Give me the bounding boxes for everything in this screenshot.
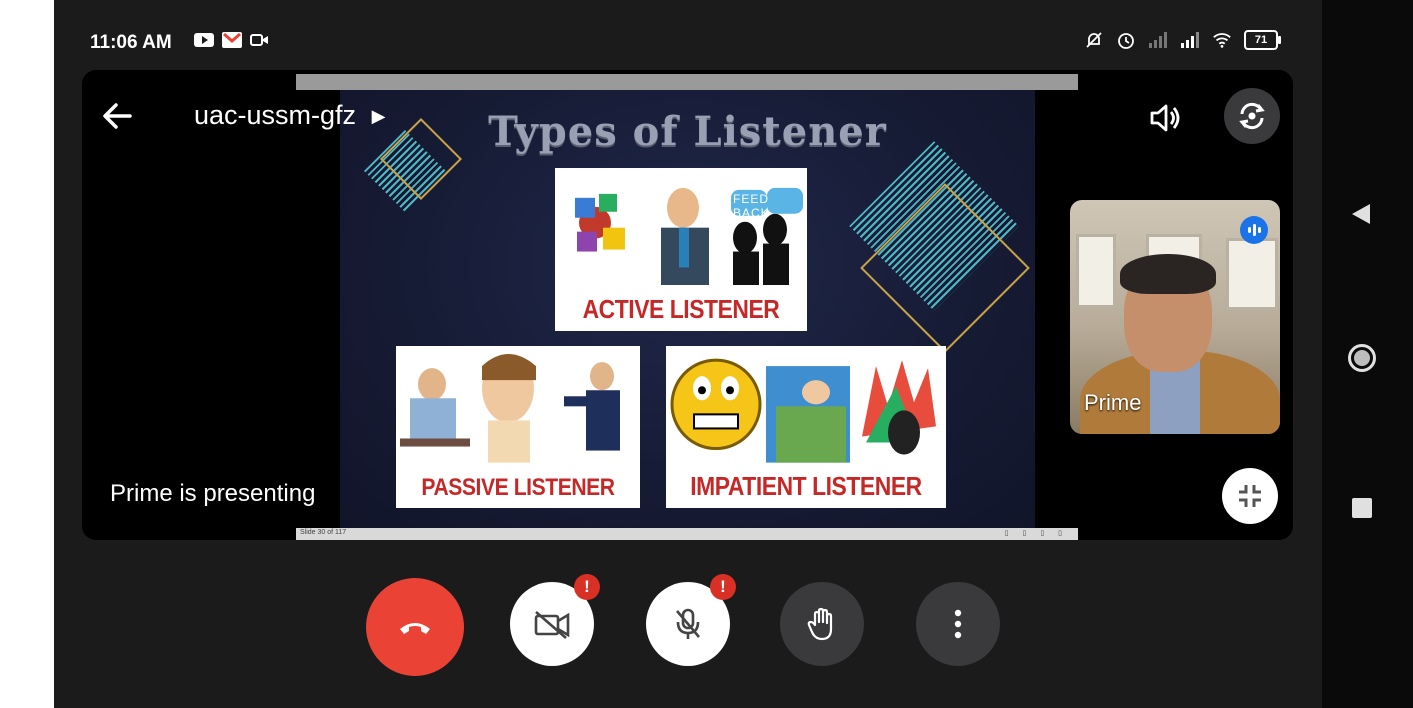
passive-listener-illustration	[400, 354, 620, 463]
participant-hair	[1120, 254, 1216, 294]
status-time: 11:06 AM	[90, 32, 172, 53]
wall-frame-right	[1226, 238, 1278, 310]
presenting-status: Prime is presenting	[110, 480, 316, 507]
more-vert-icon	[954, 609, 962, 639]
hand-icon	[807, 607, 833, 641]
chevron-right-icon: ▶	[371, 106, 386, 127]
status-bar: 11:06 AM 71	[54, 20, 1322, 64]
speaker-icon[interactable]	[1148, 102, 1184, 139]
meet-video-icon	[250, 30, 270, 50]
speaking-indicator-icon	[1240, 216, 1268, 244]
nav-back-icon[interactable]	[1350, 202, 1372, 231]
minimize-icon	[1239, 485, 1261, 507]
status-system-icons: 71	[1084, 30, 1281, 50]
card-caption-impatient: IMPATIENT LISTENER	[690, 471, 922, 501]
signal-icon-1	[1148, 30, 1168, 50]
feedback-bubble-text: FEED BACK	[733, 192, 770, 220]
self-view-tile[interactable]: Prime	[1070, 200, 1280, 434]
battery-indicator: 71	[1244, 30, 1281, 50]
slide-counter: Slide 30 of 117	[300, 529, 347, 536]
gmail-icon	[222, 30, 242, 50]
wifi-icon	[1212, 30, 1232, 50]
mic-off-icon	[676, 608, 700, 639]
card-impatient-listener: IMPATIENT LISTENER	[666, 346, 946, 508]
more-options-button[interactable]	[916, 582, 1000, 666]
call-controls: ! !	[54, 574, 1322, 678]
status-notification-icons	[194, 30, 270, 50]
active-listener-illustration	[575, 187, 803, 286]
system-nav-bar	[1322, 0, 1413, 708]
shared-window-statusbar: Slide 30 of 117 ▯ ▯ ▯ ▯	[296, 528, 1078, 540]
mic-toggle-button[interactable]: !	[646, 574, 736, 666]
back-arrow-icon[interactable]	[102, 102, 132, 135]
card-caption-passive: PASSIVE LISTENER	[421, 474, 615, 501]
participant-name: Prime	[1084, 390, 1142, 415]
end-call-button[interactable]	[366, 578, 464, 676]
signal-icon-2	[1180, 30, 1200, 50]
meeting-code[interactable]: uac-ussm-gfz ▶	[194, 100, 385, 131]
card-caption-active: ACTIVE LISTENER	[582, 294, 780, 324]
card-active-listener: FEED BACK ACTIVE LISTENER	[555, 168, 807, 331]
impatient-listener-illustration	[670, 358, 936, 463]
wall-frame-left	[1076, 234, 1116, 308]
switch-camera-icon	[1239, 102, 1265, 130]
presented-slide: Types of Listener FEED BACK ACTIVE LISTE…	[340, 90, 1035, 529]
card-passive-listener: PASSIVE LISTENER	[396, 346, 640, 508]
minimize-button[interactable]	[1222, 468, 1278, 524]
presentation-stage: Types of Listener FEED BACK ACTIVE LISTE…	[82, 70, 1293, 540]
switch-camera-button[interactable]	[1224, 88, 1280, 144]
nav-home-icon[interactable]	[1348, 344, 1376, 372]
slide-view-controls: ▯ ▯ ▯ ▯	[1004, 530, 1068, 537]
camera-off-icon	[534, 611, 570, 639]
mic-alert-badge: !	[710, 574, 736, 600]
shared-window-titlebar	[296, 74, 1078, 90]
camera-alert-badge: !	[574, 574, 600, 600]
meeting-code-text: uac-ussm-gfz	[194, 100, 357, 130]
hang-up-icon	[400, 623, 430, 634]
alarm-icon	[1116, 30, 1136, 50]
raise-hand-button[interactable]	[780, 582, 864, 666]
slide-title: Types of Listener	[488, 108, 887, 155]
mute-bell-icon	[1084, 30, 1104, 50]
youtube-icon	[194, 30, 214, 50]
nav-recents-icon[interactable]	[1352, 498, 1372, 518]
camera-toggle-button[interactable]: !	[510, 574, 600, 666]
phone-screen: 11:06 AM 71 Types of Listener FEED BACK …	[54, 0, 1322, 708]
